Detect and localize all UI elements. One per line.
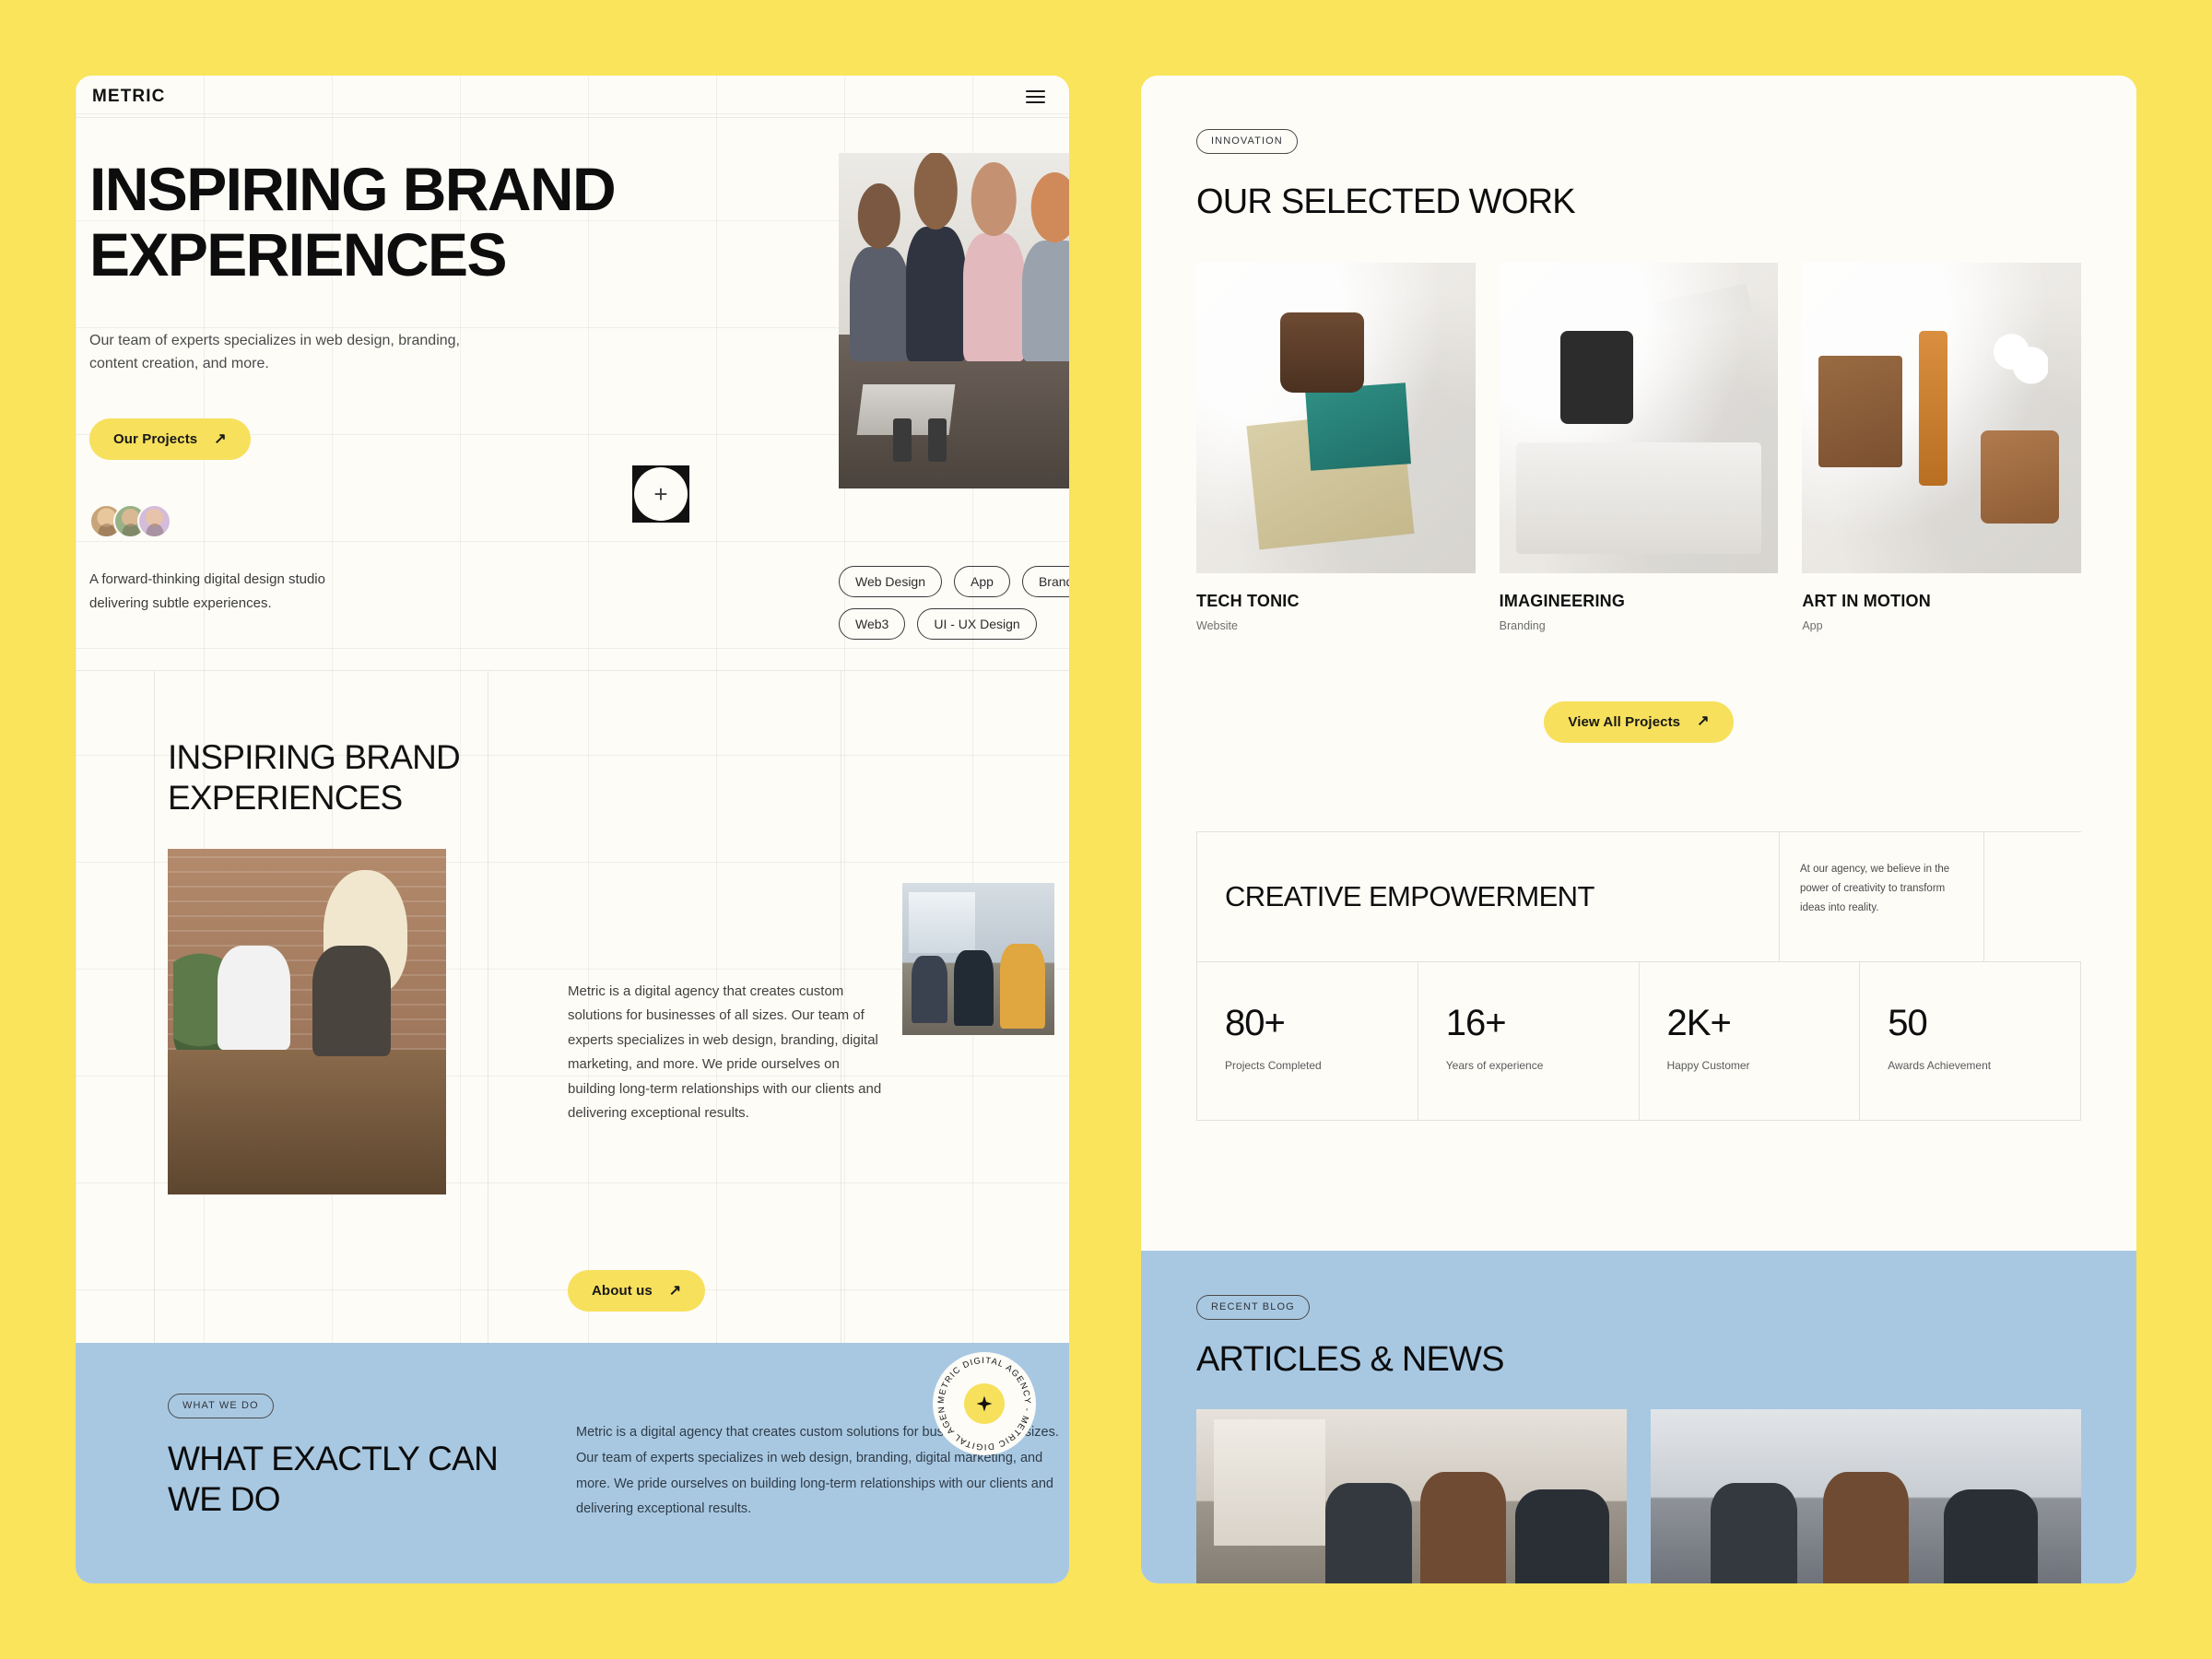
project-name: ART IN MOTION [1802,591,1931,610]
about-photo [168,849,446,1194]
project-name: IMAGINEERING [1499,591,1626,610]
project-card[interactable]: IMAGINEERING Branding [1499,262,1779,632]
recent-blog-chip: RECENT BLOG [1196,1295,1310,1320]
tag-web-design[interactable]: Web Design [839,566,943,597]
sparkle-star-icon [976,1395,993,1412]
stat-label: Years of experience [1445,1058,1544,1072]
about-us-label: About us [592,1283,653,1299]
about-title: INSPIRING BRAND EXPERIENCES [168,738,461,817]
project-grid: TECH TONIC Website IMAGINEERING Branding [1196,262,2081,632]
stat-cell: 50 Awards Achievement [1860,961,2082,1120]
our-projects-label: Our Projects [113,431,198,448]
empowerment-heading: CREATIVE EMPOWERMENT [1197,831,1781,961]
about-paragraph: Metric is a digital agency that creates … [568,983,882,1121]
agency-seal-badge[interactable]: METRIC DIGITAL AGENCY - METRIC DIGITAL A… [933,1352,1036,1455]
about-us-button[interactable]: About us ↗ [568,1270,706,1312]
hero-subtitle: Our team of experts specializes in web d… [89,332,460,372]
project-name: TECH TONIC [1196,591,1300,610]
what-we-do-chip: WHAT WE DO [168,1394,274,1418]
arrow-up-right-icon: ↗ [214,430,227,447]
stat-label: Projects Completed [1225,1058,1322,1072]
stat-value: 80+ [1225,1002,1286,1043]
about-section: INSPIRING BRAND EXPERIENCES Metric is a … [76,670,1070,1343]
project-card[interactable]: TECH TONIC Website [1196,262,1476,632]
empowerment-blurb: At our agency, we believe in the power o… [1780,831,1985,961]
our-projects-button[interactable]: Our Projects ↗ [89,418,251,461]
stat-cell: 80+ Projects Completed [1197,961,1418,1120]
project-category: Website [1196,618,1238,632]
plus-icon: + [634,467,688,521]
what-we-do-title: WHAT EXACTLY CAN WE DO [168,1440,499,1519]
stat-value: 50 [1888,1002,1927,1043]
project-thumbnail [1196,262,1476,573]
hamburger-menu-icon[interactable] [1026,89,1046,103]
blog-card[interactable] [1651,1409,2081,1583]
stat-value: 16+ [1445,1002,1507,1043]
stat-label: Awards Achievement [1888,1058,1992,1072]
arrow-up-right-icon: ↗ [668,1282,682,1299]
page-title: INSPIRING BRAND EXPERIENCES [89,155,617,289]
selected-work-title: OUR SELECTED WORK [1196,182,1576,221]
recent-blog-section: RECENT BLOG ARTICLES & NEWS [1141,1251,2136,1583]
brand-logo[interactable]: METRIC [92,87,165,107]
creative-empowerment-panel: CREATIVE EMPOWERMENT At our agency, we b… [1196,830,2082,1121]
articles-news-title: ARTICLES & NEWS [1196,1340,1504,1379]
innovation-chip: INNOVATION [1196,129,1298,154]
blog-grid [1196,1409,2081,1583]
stat-value: 2K+ [1666,1002,1732,1043]
view-all-projects-label: View All Projects [1568,713,1681,730]
service-tag-list: Web Design App Branding Web3 UI - UX Des… [839,566,1070,640]
hero-note: A forward-thinking digital design studio… [89,571,325,612]
plus-badge[interactable]: + [632,465,689,523]
hero-team-photo [839,153,1070,488]
about-secondary-photo [902,883,1054,1035]
tag-web3[interactable]: Web3 [839,608,906,640]
project-category: App [1802,618,1823,632]
view-all-projects-button[interactable]: View All Projects ↗ [1544,700,1734,743]
screen-canvas: METRIC INSPIRING BRAND EXPERIENCES Our t… [0,0,2212,1659]
empowerment-spacer [1984,832,2081,961]
hero-section: METRIC INSPIRING BRAND EXPERIENCES Our t… [76,76,1070,1343]
project-category: Branding [1499,618,1546,632]
seal-core [964,1383,1005,1424]
project-card[interactable]: ART IN MOTION App [1802,262,2081,632]
team-avatar-group [89,504,1069,539]
project-thumbnail [1802,262,2081,573]
blog-card[interactable] [1196,1409,1627,1583]
stat-cell: 16+ Years of experience [1418,961,1640,1120]
what-we-do-section: WHAT WE DO WHAT EXACTLY CAN WE DO Metric… [76,1343,1070,1583]
tag-ui-ux-design[interactable]: UI - UX Design [917,608,1037,640]
left-page-panel: METRIC INSPIRING BRAND EXPERIENCES Our t… [76,76,1070,1583]
tag-app[interactable]: App [954,566,1010,597]
right-page-panel: INNOVATION OUR SELECTED WORK TECH TONIC … [1141,76,2136,1583]
stats-row: 80+ Projects Completed 16+ Years of expe… [1197,961,2082,1120]
stat-label: Happy Customer [1666,1058,1750,1072]
avatar [137,504,171,539]
stat-cell: 2K+ Happy Customer [1640,961,1861,1120]
tag-branding[interactable]: Branding [1021,566,1070,597]
site-header: METRIC [76,76,1070,118]
arrow-up-right-icon: ↗ [1697,713,1710,730]
project-thumbnail [1499,262,1779,573]
